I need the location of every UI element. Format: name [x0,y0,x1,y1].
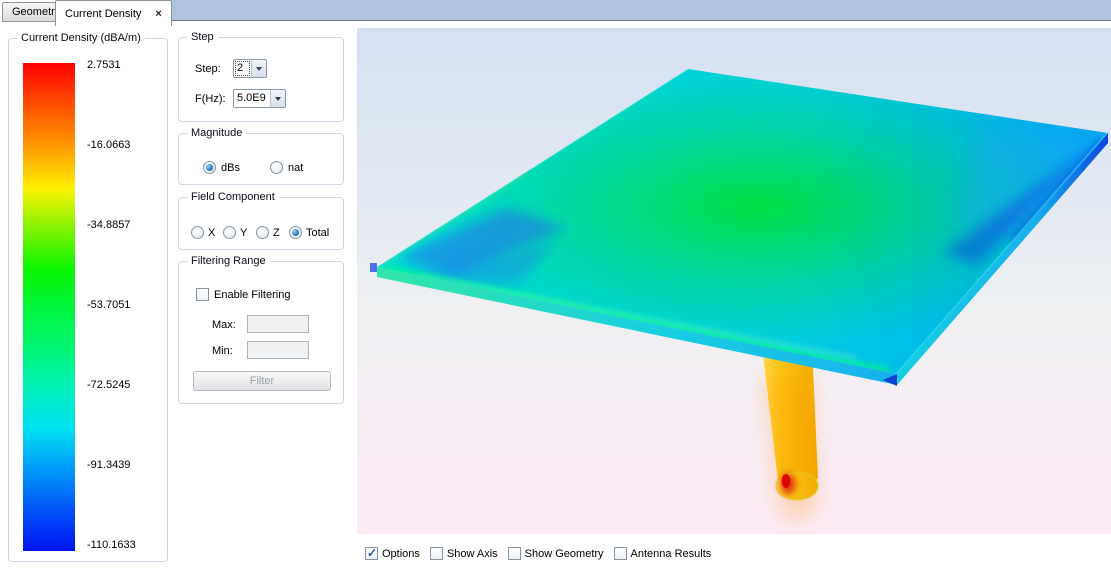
radio-y-label: Y [240,227,247,239]
filtering-range-group: Filtering Range Enable Filtering Max: Mi… [178,261,344,404]
show-axis-checkbox[interactable] [430,547,443,560]
colorbar-tick-3: -53.7051 [87,299,165,311]
step-dropdown[interactable]: 2 [233,59,267,78]
show-geometry-checkbox[interactable] [508,547,521,560]
probe-cylinder [762,346,818,522]
colorbar-tick-1: -16.0663 [87,139,165,151]
step-label: Step: [195,63,221,75]
step-dropdown-value: 2 [234,60,251,77]
tab-geometry-label: Geometry [12,6,60,18]
chevron-down-icon [256,67,262,71]
freq-label: F(Hz): [195,93,226,105]
tab-bar: Geometry Current Density × [0,0,1111,22]
radio-z[interactable] [256,226,269,239]
radio-nat[interactable] [270,161,283,174]
filtering-range-group-title: Filtering Range [187,255,270,267]
min-input[interactable] [247,341,309,359]
tab-current-density[interactable]: Current Density × [55,0,172,26]
tab-current-density-label: Current Density [65,8,141,20]
antenna-results-label: Antenna Results [631,548,712,560]
chevron-down-icon [275,97,281,101]
show-geometry-label: Show Geometry [525,548,604,560]
show-axis-label: Show Axis [447,548,498,560]
magnitude-group: Magnitude dBs nat [178,133,344,185]
options-checkbox[interactable] [365,547,378,560]
antenna-results-checkbox[interactable] [614,547,627,560]
radio-total-label: Total [306,227,329,239]
render-viewport[interactable] [357,28,1111,534]
colorbar-tick-2: -34.8857 [87,219,165,231]
enable-filtering-label: Enable Filtering [214,289,290,301]
tab-strip-background [167,0,1111,21]
max-label: Max: [212,319,236,331]
plate-top-face [377,69,1108,374]
colorbar-tick-4: -72.5245 [87,379,165,391]
colorbar-tick-5: -91.3439 [87,459,165,471]
filter-button[interactable]: Filter [193,371,331,391]
radio-nat-label: nat [288,162,303,174]
magnitude-group-title: Magnitude [187,127,246,139]
step-dropdown-button[interactable] [251,60,266,77]
colorbar-tick-0: 2.7531 [87,59,165,71]
radio-x[interactable] [191,226,204,239]
step-group-title: Step [187,31,218,43]
close-tab-icon[interactable]: × [155,9,161,19]
step-group: Step Step: 2 F(Hz): 5.0E9 [178,37,344,122]
application-window: Geometry Current Density × Current Densi… [0,0,1111,574]
antenna-3d-render [357,28,1111,534]
plate-left-tip [370,263,377,272]
colorbar-tick-6: -110.1633 [87,539,165,551]
options-label: Options [382,548,420,560]
radio-dbs[interactable] [203,161,216,174]
colorbar-group: Current Density (dBA/m) 2.7531 -16.0663 … [8,38,168,562]
freq-dropdown-value: 5.0E9 [234,90,270,107]
colorbar-group-title: Current Density (dBA/m) [17,32,145,44]
freq-dropdown[interactable]: 5.0E9 [233,89,286,108]
enable-filtering-checkbox[interactable] [196,288,209,301]
freq-dropdown-button[interactable] [270,90,285,107]
min-label: Min: [212,345,233,357]
max-input[interactable] [247,315,309,333]
radio-dbs-label: dBs [221,162,240,174]
colorbar-gradient [23,63,75,551]
viewport-toolbar: Options Show Axis Show Geometry Antenna … [365,547,711,560]
field-component-group: Field Component X Y Z Total [178,197,344,250]
radio-x-label: X [208,227,215,239]
field-component-group-title: Field Component [187,191,279,203]
radio-total[interactable] [289,226,302,239]
radio-y[interactable] [223,226,236,239]
radio-z-label: Z [273,227,280,239]
